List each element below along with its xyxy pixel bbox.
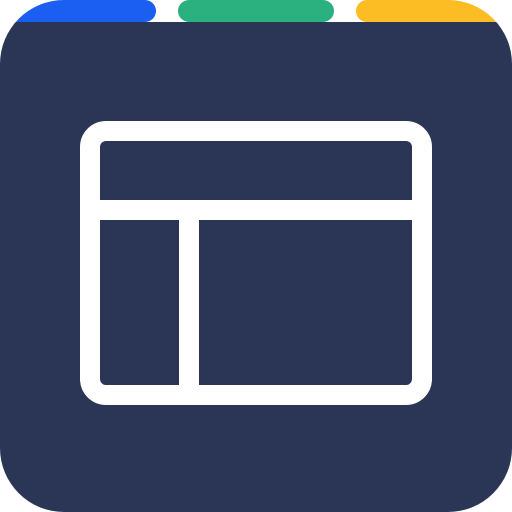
app-icon[interactable] <box>0 0 512 512</box>
tab-right-accent <box>356 0 512 22</box>
tab-middle-accent <box>178 0 334 22</box>
tab-left-accent <box>0 0 156 22</box>
icon-tile-background <box>0 22 512 512</box>
layout-template-icon <box>0 0 512 512</box>
